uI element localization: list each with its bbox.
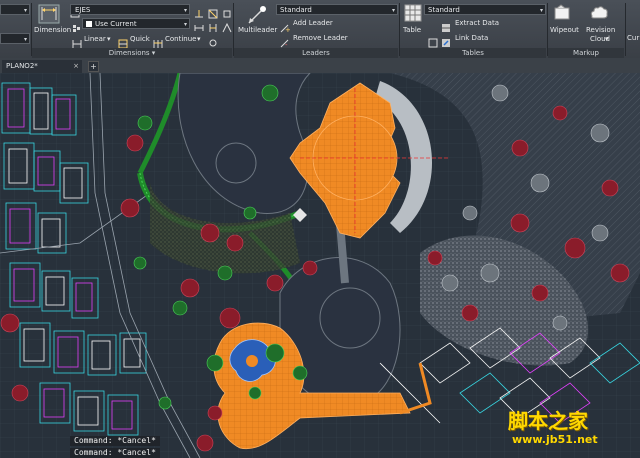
left-partial-combo[interactable]: ▾	[0, 4, 30, 15]
dim-tool-6-icon[interactable]	[222, 18, 232, 33]
revision-cloud-button-label-1[interactable]: Revision	[586, 26, 615, 34]
dimension-icon[interactable]	[38, 4, 60, 24]
dim-tool-3-icon[interactable]	[222, 4, 232, 18]
table-tool-icon[interactable]	[428, 33, 438, 48]
layer-swatch-icon	[86, 21, 92, 27]
quick-dim-button[interactable]: Quick	[130, 35, 150, 43]
watermark-title: 脚本之家	[508, 409, 588, 433]
chevron-down-icon: ▾	[183, 21, 187, 28]
close-icon[interactable]: ×	[73, 60, 79, 73]
svg-text:+: +	[285, 26, 290, 33]
link-data-icon[interactable]	[441, 33, 451, 47]
chevron-down-icon: ▾	[183, 7, 187, 14]
dim-tool-4-icon[interactable]	[194, 18, 204, 31]
add-leader-icon[interactable]: +	[280, 18, 291, 34]
chevron-down-icon: ▾	[391, 7, 395, 14]
ribbon-separator	[625, 3, 626, 56]
add-leader-button[interactable]: Add Leader	[293, 19, 333, 27]
left-partial-combo-2[interactable]: ▾	[0, 33, 30, 44]
wipeout-button-label[interactable]: Wipeout	[550, 26, 579, 34]
dim-layer-value: Use Current	[95, 20, 137, 28]
document-tab[interactable]: PLANO2* ×	[2, 60, 82, 73]
table-style-select[interactable]: Standard ▾	[424, 4, 546, 15]
dim-tool-7-icon[interactable]	[208, 33, 218, 47]
tables-panel-title[interactable]: Tables	[400, 48, 546, 58]
leader-style-value: Standard	[280, 6, 312, 14]
dim-tool-5-icon[interactable]	[208, 18, 218, 32]
revision-cloud-icon[interactable]	[589, 4, 609, 22]
dim-tool-2-icon[interactable]	[208, 4, 218, 19]
chevron-down-icon: ▾	[23, 7, 27, 14]
ribbon: ▾ ▾ Dimension EJES ▾ Use Current ▾ Linear …	[0, 0, 640, 59]
command-history-line: Command: *Cancel*	[70, 448, 160, 458]
dimensions-panel-title[interactable]: Dimensions ▾	[32, 48, 232, 58]
cad-drawing[interactable]	[0, 73, 640, 458]
wipeout-icon[interactable]	[553, 4, 571, 22]
continue-chevron-icon[interactable]: ▾	[197, 35, 201, 43]
svg-text:-: -	[285, 41, 288, 48]
command-history-line: Command: *Cancel*	[70, 436, 160, 446]
leaders-panel-title[interactable]: Leaders	[234, 48, 398, 58]
link-data-button[interactable]: Link Data	[455, 34, 488, 42]
chevron-down-icon: ▾	[23, 36, 27, 43]
cur-panel-label[interactable]: Cur	[627, 34, 639, 42]
dimension-button-label[interactable]: Dimension	[34, 26, 71, 34]
linear-dim-icon[interactable]	[72, 34, 82, 48]
continue-dim-icon[interactable]	[153, 34, 163, 48]
leader-style-select[interactable]: Standard ▾	[276, 4, 398, 15]
document-tab-bar: PLANO2* × +	[0, 58, 640, 74]
table-style-value: Standard	[428, 6, 460, 14]
multileader-icon[interactable]	[246, 3, 268, 25]
dim-layer-select[interactable]: Use Current ▾	[82, 18, 190, 29]
extract-data-icon[interactable]	[441, 18, 451, 32]
quick-dim-icon[interactable]	[118, 34, 128, 49]
extract-data-button[interactable]: Extract Data	[455, 19, 499, 27]
linear-dim-button[interactable]: Linear	[84, 35, 106, 43]
drawing-canvas[interactable]: Command: *Cancel* Command: *Cancel*	[0, 73, 640, 458]
document-tab-label: PLANO2*	[6, 62, 38, 70]
dim-layer-icon	[72, 19, 82, 32]
watermark-url: www.jb51.net	[512, 433, 598, 446]
table-button-label[interactable]: Table	[403, 26, 421, 34]
remove-leader-button[interactable]: Remove Leader	[293, 34, 348, 42]
continue-dim-button[interactable]: Continue	[165, 35, 196, 43]
dim-style-value: EJES	[75, 6, 91, 14]
table-icon[interactable]	[404, 4, 422, 22]
chevron-down-icon: ▾	[539, 7, 543, 14]
linear-chevron-icon[interactable]: ▾	[107, 35, 111, 43]
new-tab-button[interactable]: +	[88, 61, 99, 72]
revision-cloud-chevron-icon[interactable]: ▾	[605, 35, 609, 43]
dim-tool-1-icon[interactable]	[194, 4, 204, 18]
remove-leader-icon[interactable]: -	[280, 33, 290, 49]
multileader-button-label[interactable]: Multileader	[238, 26, 277, 34]
dim-style-select[interactable]: EJES ▾	[70, 4, 190, 15]
markup-panel-title[interactable]: Markup	[548, 48, 624, 58]
